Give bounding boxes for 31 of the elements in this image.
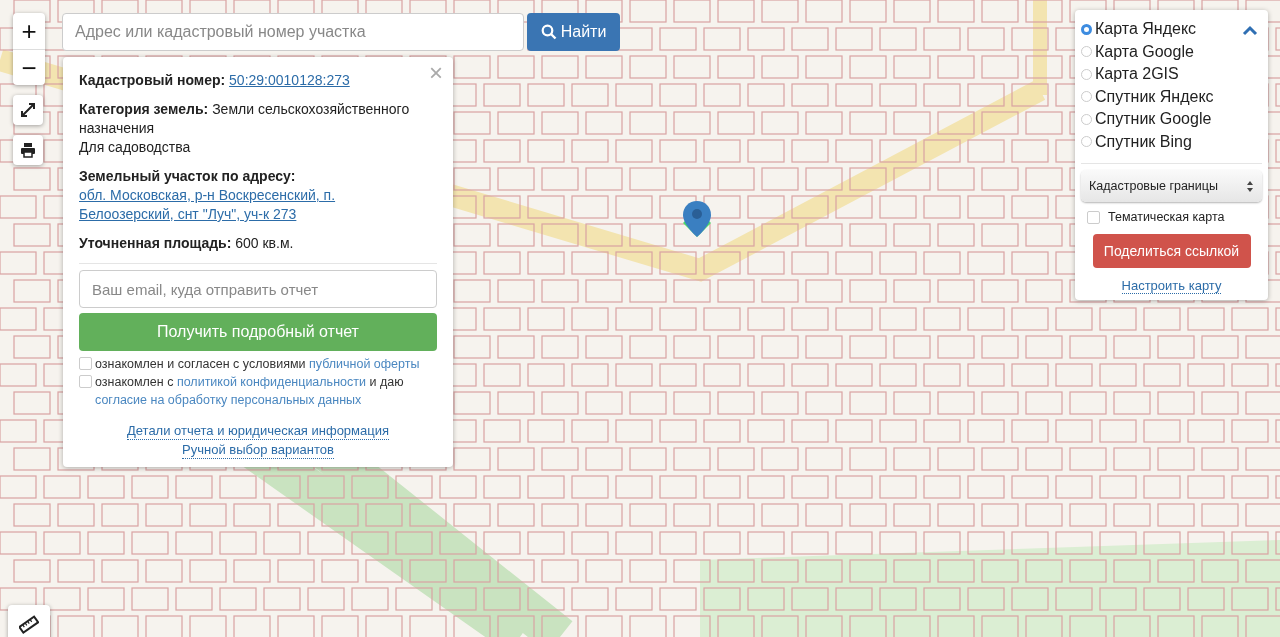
field-link[interactable]: 50:29:0010128:273	[229, 71, 350, 90]
option-label[interactable]: Спутник Bing	[1095, 130, 1192, 153]
zoom-out-button[interactable]: −	[13, 49, 45, 85]
settings-link[interactable]: Настроить карту	[1121, 278, 1222, 294]
consent-link[interactable]: публичной оферты	[309, 357, 420, 371]
share-button[interactable]: Поделиться ссылкой	[1092, 234, 1251, 268]
option-label[interactable]: Карта Яндекс	[1095, 18, 1197, 41]
consent-text: ознакомлен и согласен с условиями публичной оферты	[95, 356, 420, 373]
field-text: Уточненная площадь: 600 кв.м.	[79, 234, 295, 253]
footer-link[interactable]: Ручной выбор вариантов	[182, 442, 334, 459]
field-label: Кадастровый номер: 50:29:0010128:273	[79, 71, 351, 90]
option-label[interactable]: Карта 2GIS	[1095, 63, 1179, 86]
footer-link[interactable]: Детали отчета и юридическая информация	[126, 423, 390, 440]
email-field[interactable]: Ваш email, куда отправить отчет	[79, 270, 437, 308]
overlay-select[interactable]: Кадастровые границы	[1081, 170, 1262, 202]
zoom-in-button[interactable]: +	[13, 13, 45, 49]
map-option[interactable]: Карта 2GIS	[1081, 63, 1214, 86]
map-option[interactable]: Спутник Bing	[1081, 130, 1214, 153]
consent-link[interactable]: согласие на обработку персональных данных	[95, 393, 362, 407]
field-text: Категория земель: Земли сельскохозяйственного назначения	[79, 100, 411, 138]
map-option[interactable]: Карта Яндекс	[1081, 18, 1214, 41]
field-link[interactable]: обл. Московская, р-н Воскресенский, п. Белоозерский, снт "Луч", уч-к 273	[79, 186, 429, 224]
search-button[interactable]: Найти	[527, 13, 620, 51]
option-label[interactable]: Карта Google	[1095, 40, 1194, 63]
map-option[interactable]: Карта Google	[1081, 40, 1214, 63]
consent-text: ознакомлен с политикой конфиденциальности и даю согласие на обработку персональных данных	[95, 374, 405, 409]
field-label: Земельный участок по адресу: обл. Московская, р-н Воскресенский, п. Белоозерский, снт "Луч", уч-к 273	[79, 167, 437, 224]
search-field[interactable]: Адрес или кадастровый номер участка	[62, 13, 524, 51]
checkbox-label: Тематическая карта	[1108, 210, 1225, 224]
consent-link[interactable]: политикой конфиденциальности	[176, 375, 366, 389]
field-note: Для садоводства	[79, 138, 192, 157]
